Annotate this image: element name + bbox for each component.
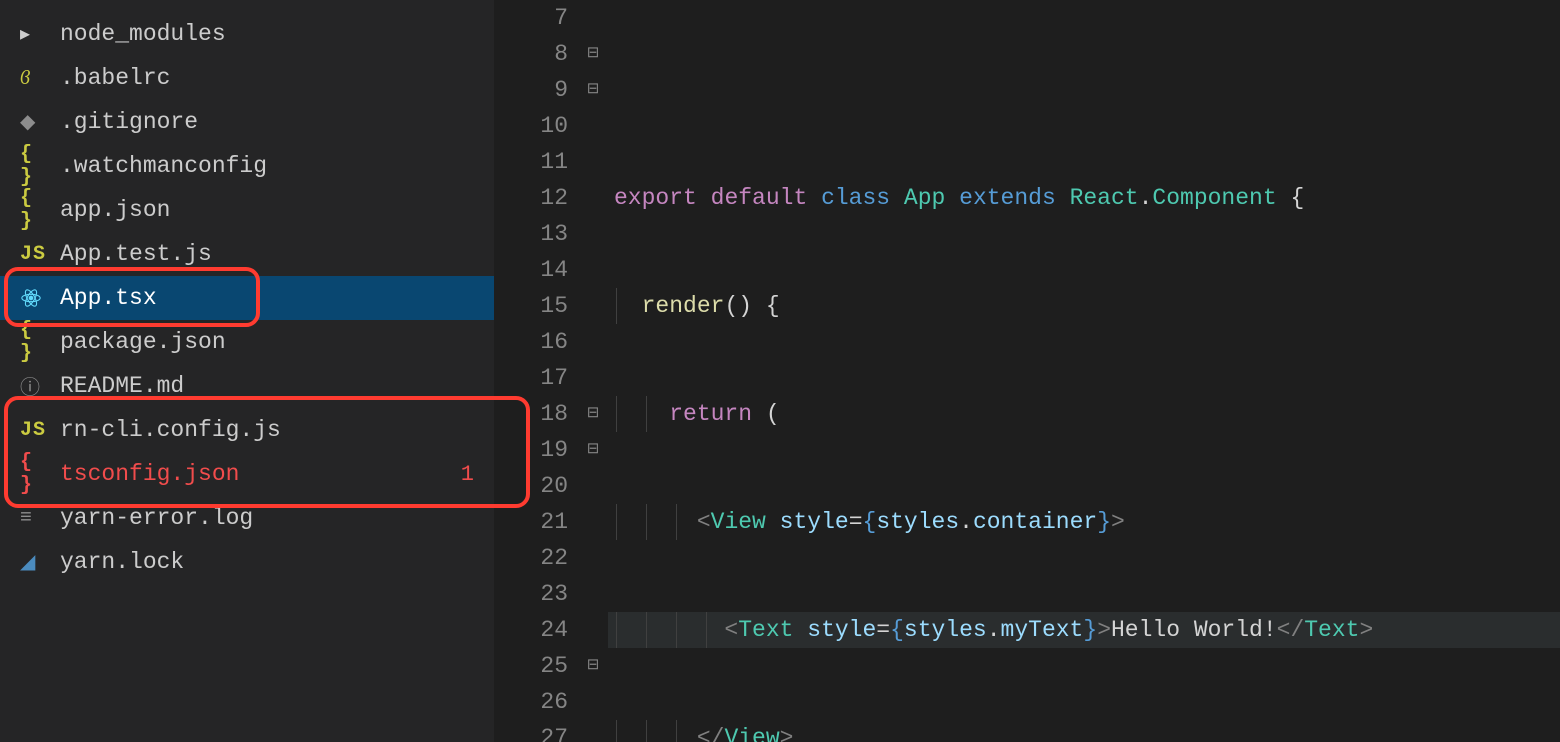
fold-gutter: ⊟ ⊟ ⊟ ⊟ ⊟ (578, 0, 608, 742)
file-row-watchmanconfig[interactable]: { } .watchmanconfig (0, 144, 494, 188)
fold-toggle[interactable] (578, 612, 608, 648)
file-label: tsconfig.json (60, 461, 461, 487)
line-number[interactable]: 17 (494, 360, 568, 396)
babel-icon: ϐ (20, 67, 50, 90)
fold-toggle[interactable] (578, 324, 608, 360)
fold-toggle[interactable] (578, 252, 608, 288)
line-number[interactable]: 14 (494, 252, 568, 288)
code-line[interactable]: export default class App extends React.C… (608, 180, 1560, 216)
line-number[interactable]: 21 (494, 504, 568, 540)
file-row-rn-cli-config[interactable]: JS rn-cli.config.js (0, 408, 494, 452)
json-icon: { } (20, 319, 50, 365)
file-label: yarn.lock (60, 549, 494, 575)
file-row-app-json[interactable]: { } app.json (0, 188, 494, 232)
file-explorer: ▸ node_modules ϐ .babelrc ◆ .gitignore {… (0, 0, 494, 742)
line-number[interactable]: 13 (494, 216, 568, 252)
file-label: App.tsx (60, 285, 494, 311)
file-row-readme[interactable]: ⓘ README.md (0, 364, 494, 408)
fold-toggle[interactable] (578, 108, 608, 144)
fold-toggle[interactable] (578, 720, 608, 742)
code-line[interactable]: <View style={styles.container}> (608, 504, 1560, 540)
line-number[interactable]: 24 (494, 612, 568, 648)
code-line[interactable]: </View> (608, 720, 1560, 742)
fold-toggle[interactable] (578, 180, 608, 216)
file-row-app-tsx[interactable]: App.tsx (0, 276, 494, 320)
fold-toggle[interactable]: ⊟ (578, 36, 608, 72)
code-content[interactable]: export default class App extends React.C… (608, 0, 1560, 742)
line-number[interactable]: 19 (494, 432, 568, 468)
fold-toggle[interactable]: ⊟ (578, 72, 608, 108)
json-icon: { } (20, 143, 50, 189)
file-row-yarn-error-log[interactable]: ≡ yarn-error.log (0, 496, 494, 540)
fold-toggle[interactable] (578, 540, 608, 576)
line-number[interactable]: 9 (494, 72, 568, 108)
line-number[interactable]: 18 (494, 396, 568, 432)
line-number[interactable]: 8 (494, 36, 568, 72)
fold-toggle[interactable] (578, 360, 608, 396)
fold-toggle[interactable] (578, 0, 608, 36)
file-label: .watchmanconfig (60, 153, 494, 179)
file-row-node-modules[interactable]: ▸ node_modules (0, 12, 494, 56)
fold-toggle[interactable] (578, 144, 608, 180)
line-number[interactable]: 20 (494, 468, 568, 504)
code-line[interactable]: <Text style={styles.myText}>Hello World!… (608, 612, 1560, 648)
log-icon: ≡ (20, 507, 50, 530)
react-icon (20, 287, 50, 309)
file-row-yarn-lock[interactable]: ◢ yarn.lock (0, 540, 494, 584)
fold-toggle[interactable] (578, 216, 608, 252)
fold-toggle[interactable] (578, 288, 608, 324)
fold-toggle[interactable] (578, 468, 608, 504)
file-label: yarn-error.log (60, 505, 494, 531)
line-number[interactable]: 22 (494, 540, 568, 576)
code-line[interactable]: return ( (608, 396, 1560, 432)
fold-toggle[interactable]: ⊟ (578, 648, 608, 684)
error-badge: 1 (461, 462, 474, 487)
lock-icon: ◢ (20, 549, 50, 575)
fold-toggle[interactable] (578, 684, 608, 720)
line-number[interactable]: 12 (494, 180, 568, 216)
file-label: .gitignore (60, 109, 494, 135)
json-icon: { } (20, 187, 50, 233)
file-row-babelrc[interactable]: ϐ .babelrc (0, 56, 494, 100)
code-editor[interactable]: 7 8 9 10 11 12 13 14 15 16 17 18 19 20 2… (494, 0, 1560, 742)
line-number[interactable]: 16 (494, 324, 568, 360)
line-number[interactable]: 10 (494, 108, 568, 144)
file-label: package.json (60, 329, 494, 355)
fold-toggle[interactable]: ⊟ (578, 432, 608, 468)
line-number[interactable]: 23 (494, 576, 568, 612)
file-row-package-json[interactable]: { } package.json (0, 320, 494, 364)
file-label: .babelrc (60, 65, 494, 91)
js-icon: JS (20, 419, 50, 442)
file-row-app-test-js[interactable]: JS App.test.js (0, 232, 494, 276)
file-label: node_modules (60, 21, 494, 47)
line-number[interactable]: 27 (494, 720, 568, 742)
workspace: ▸ node_modules ϐ .babelrc ◆ .gitignore {… (0, 0, 1560, 742)
file-row-gitignore[interactable]: ◆ .gitignore (0, 100, 494, 144)
info-icon: ⓘ (20, 371, 50, 401)
code-line[interactable]: render() { (608, 288, 1560, 324)
line-number[interactable]: 15 (494, 288, 568, 324)
line-number[interactable]: 25 (494, 648, 568, 684)
code-line[interactable] (608, 72, 1560, 108)
line-number[interactable]: 11 (494, 144, 568, 180)
file-row-tsconfig[interactable]: { } tsconfig.json 1 (0, 452, 494, 496)
chevron-right-icon: ▸ (20, 21, 50, 47)
line-number[interactable]: 7 (494, 0, 568, 36)
git-icon: ◆ (20, 109, 50, 135)
fold-toggle[interactable] (578, 576, 608, 612)
file-label: App.test.js (60, 241, 494, 267)
file-label: README.md (60, 373, 494, 399)
fold-toggle[interactable] (578, 504, 608, 540)
file-label: app.json (60, 197, 494, 223)
js-icon: JS (20, 243, 50, 266)
json-icon: { } (20, 451, 50, 497)
line-number-gutter: 7 8 9 10 11 12 13 14 15 16 17 18 19 20 2… (494, 0, 578, 742)
line-number[interactable]: 26 (494, 684, 568, 720)
fold-toggle[interactable]: ⊟ (578, 396, 608, 432)
file-label: rn-cli.config.js (60, 417, 494, 443)
